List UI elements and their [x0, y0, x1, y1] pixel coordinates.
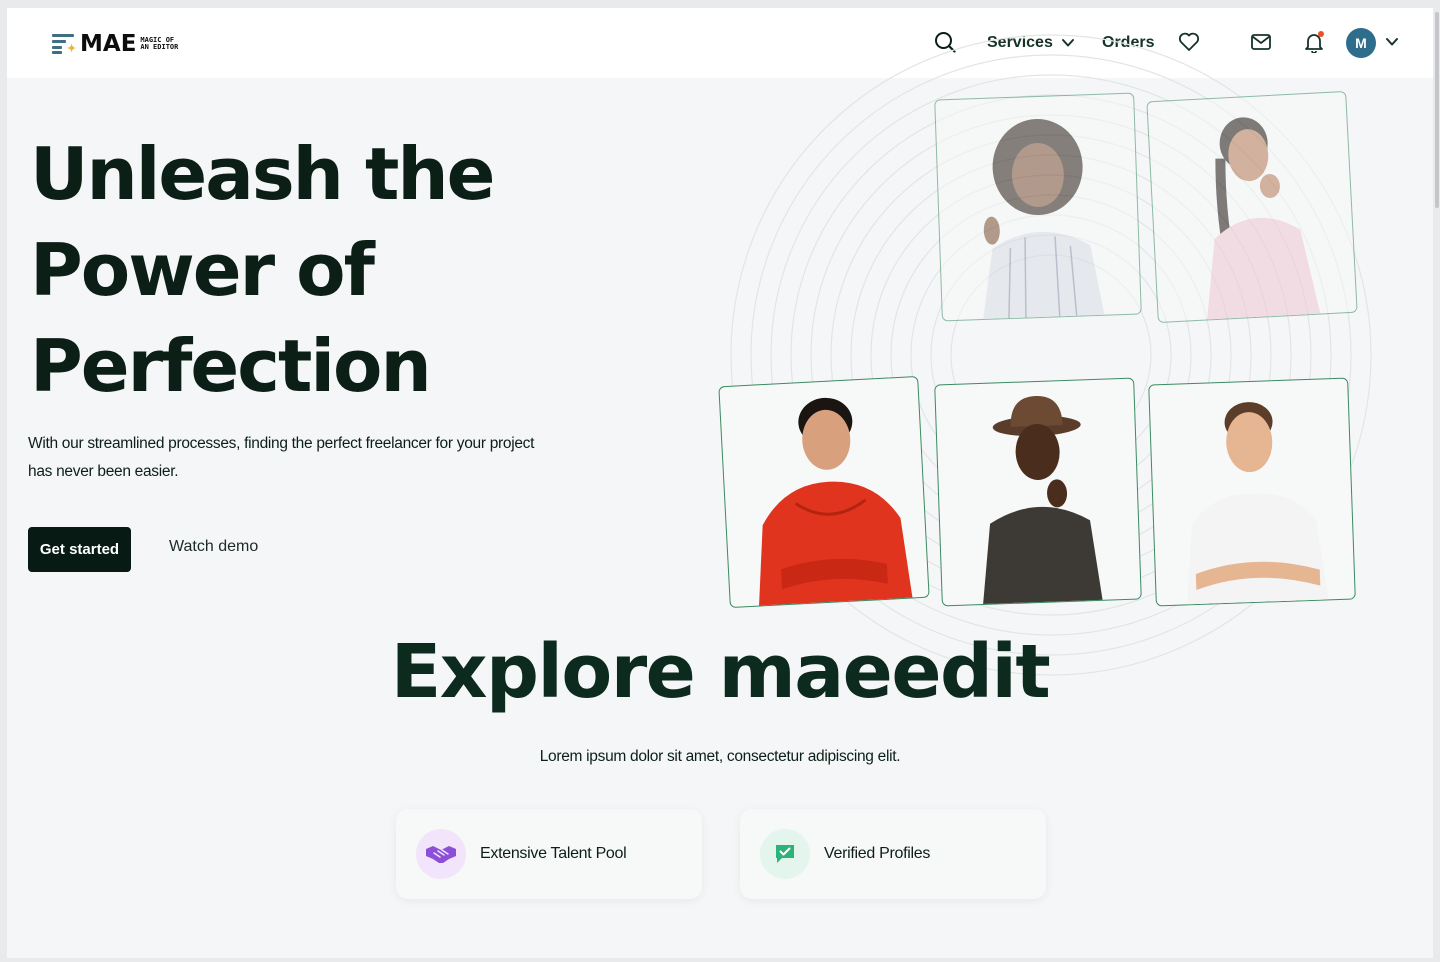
- page-frame: ✦ MAE MAGIC OF AN EDITOR Services Orders: [7, 8, 1433, 958]
- hero-title: Unleash the Power of Perfection: [30, 132, 496, 408]
- page-scrollbar[interactable]: [1433, 0, 1440, 962]
- brand-logo[interactable]: ✦ MAE MAGIC OF AN EDITOR: [52, 31, 179, 57]
- feature-card-verified-profiles[interactable]: Verified Profiles: [740, 809, 1046, 899]
- explore-subtitle: Lorem ipsum dolor sit amet, consectetur …: [539, 748, 901, 765]
- get-started-button[interactable]: Get started: [28, 527, 131, 572]
- handshake-icon: [416, 829, 466, 879]
- freelancer-photo-2[interactable]: [1146, 90, 1358, 324]
- scrollbar-thumb[interactable]: [1435, 12, 1439, 208]
- freelancer-photo-1[interactable]: [934, 92, 1142, 322]
- freelancer-photo-5[interactable]: [1148, 377, 1356, 607]
- logo-wordmark: MAE: [80, 31, 137, 57]
- freelancer-photo-4[interactable]: [934, 377, 1142, 607]
- feature-label: Extensive Talent Pool: [480, 845, 627, 862]
- account-menu-chevron-icon[interactable]: [1380, 30, 1404, 54]
- verified-chat-icon: [760, 829, 810, 879]
- hero-subtitle: With our streamlined processes, finding …: [28, 435, 535, 480]
- watch-demo-button[interactable]: Watch demo: [169, 538, 258, 556]
- logo-mark-icon: ✦: [52, 34, 76, 55]
- explore-title: Explore maeedit: [390, 629, 1051, 715]
- logo-tagline: MAGIC OF AN EDITOR: [140, 36, 179, 51]
- feature-label: Verified Profiles: [824, 845, 931, 862]
- freelancer-photo-3[interactable]: [718, 375, 930, 609]
- feature-card-talent-pool[interactable]: Extensive Talent Pool: [396, 809, 702, 899]
